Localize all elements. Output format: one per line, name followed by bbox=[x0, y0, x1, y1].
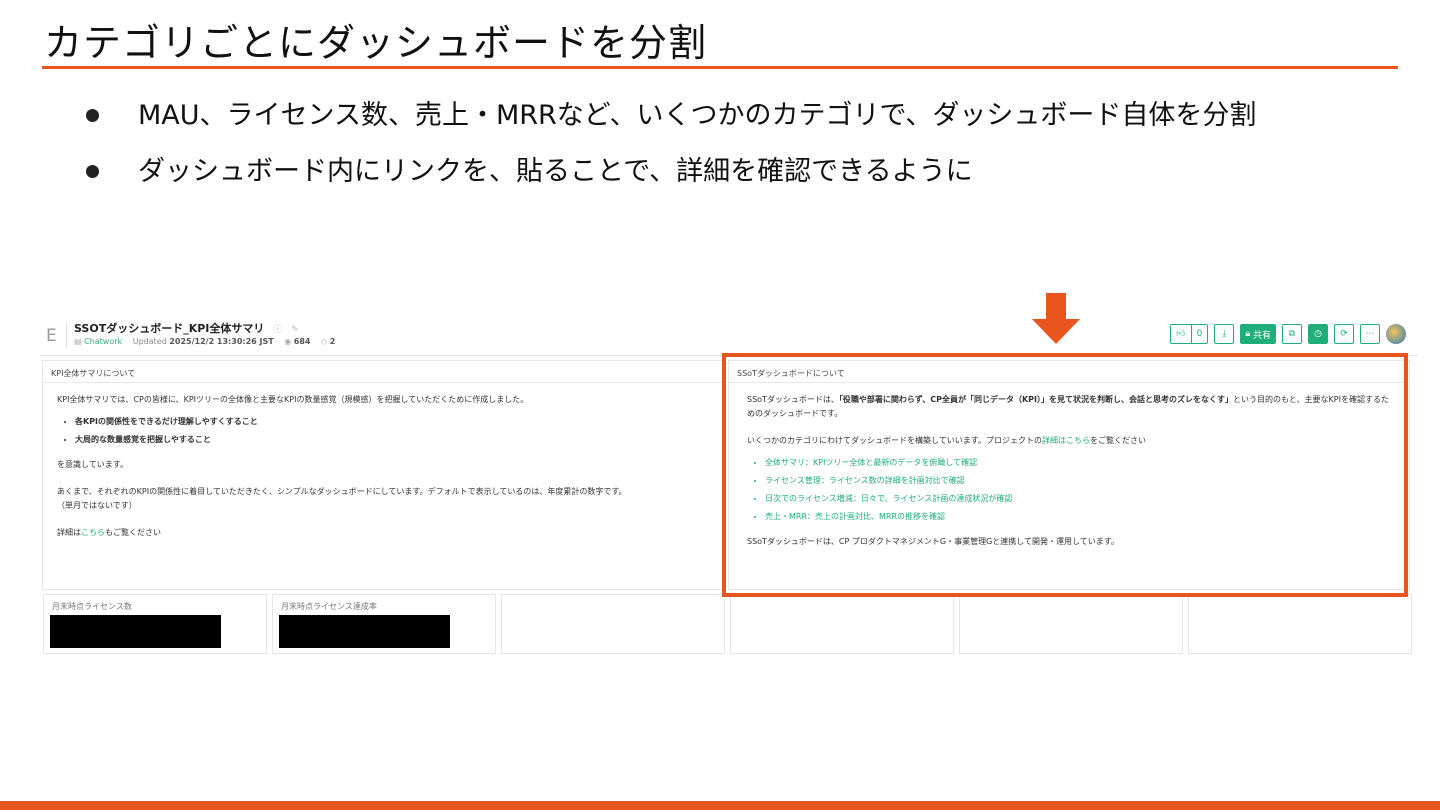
redacted-value bbox=[279, 615, 450, 648]
sliders-icon: ⧉ bbox=[1288, 329, 1296, 339]
edit-icon[interactable]: ✎ bbox=[291, 325, 299, 335]
bullet-item: ダッシュボード内にリンクを、貼ることで、詳細を確認できるように bbox=[86, 144, 1256, 200]
owner-link[interactable]: Chatwork bbox=[84, 337, 122, 346]
bullet-list: MAU、ライセンス数、売上・MRRなど、いくつかのカテゴリで、ダッシュボード自体… bbox=[86, 88, 1256, 200]
kpi-summary-panel: KPI全体サマリについて KPI全体サマリでは、CPの皆様に、KPIツリーの全体… bbox=[42, 360, 724, 590]
download-button[interactable]: ⤓ bbox=[1214, 324, 1235, 344]
download-icon: ⤓ bbox=[1222, 329, 1227, 339]
slide-title: カテゴリごとにダッシュボードを分割 bbox=[44, 21, 708, 65]
header-divider bbox=[66, 322, 67, 348]
metric-tile-license-rate: 月末時点ライセンス達成率 bbox=[272, 594, 496, 654]
metric-label: 月末時点ライセンス数 bbox=[52, 602, 132, 611]
bullet-dot-icon bbox=[86, 109, 99, 122]
bottom-accent-bar bbox=[0, 801, 1440, 810]
panel-title: KPI全体サマリについて bbox=[43, 361, 723, 383]
tag-count: 2 bbox=[329, 337, 336, 346]
redacted-value bbox=[50, 615, 221, 648]
list-item: 各KPIの関係性をできるだけ理解しやすくすること bbox=[75, 415, 709, 429]
more-icon: ⋯ bbox=[1365, 329, 1375, 339]
eye-icon: ◉ bbox=[284, 337, 292, 346]
clock-icon: ◷ bbox=[1314, 329, 1322, 339]
tag-icon: ◇ bbox=[321, 337, 328, 346]
like-count: 0 bbox=[1190, 325, 1208, 343]
dashboard-header: E SSOTダッシュボード_KPI全体サマリ ⓘ ✎ ▤ Chatwork Up… bbox=[40, 312, 1418, 356]
bullet-item: MAU、ライセンス数、売上・MRRなど、いくつかのカテゴリで、ダッシュボード自体… bbox=[86, 88, 1256, 144]
view-count: 684 bbox=[293, 337, 311, 346]
dashboard-logo: E bbox=[46, 326, 57, 346]
dashboard-toolbar: 👍︎ 0 ⤓ 🔒︎ 共有 ⧉ ◷ ⟳ ⋯ bbox=[1170, 324, 1406, 344]
info-icon[interactable]: ⓘ bbox=[273, 325, 282, 335]
dashboard-meta: ▤ Chatwork Updated 2025/12/2 13:30:26 JS… bbox=[74, 337, 335, 346]
more-button[interactable]: ⋯ bbox=[1360, 324, 1380, 344]
down-arrow-icon bbox=[1032, 293, 1080, 344]
updated-value: 2025/12/2 13:30:26 JST bbox=[169, 337, 274, 346]
metric-tile bbox=[501, 594, 725, 654]
metric-tile-license-count: 月末時点ライセンス数 bbox=[43, 594, 267, 654]
detail-link[interactable]: こちら bbox=[81, 528, 105, 537]
panel-body: KPI全体サマリでは、CPの皆様に、KPIツリーの全体像と主要なKPIの数量感覚… bbox=[43, 383, 723, 563]
dashboard-name: SSOTダッシュボード_KPI全体サマリ ⓘ ✎ bbox=[74, 322, 299, 335]
updated-label: Updated bbox=[132, 337, 167, 346]
metric-tile bbox=[959, 594, 1183, 654]
lock-icon: 🔒︎ bbox=[1245, 329, 1251, 339]
refresh-icon: ⟳ bbox=[1340, 329, 1348, 339]
like-button[interactable]: 👍︎ 0 bbox=[1170, 324, 1209, 344]
share-button[interactable]: 🔒︎ 共有 bbox=[1240, 324, 1276, 344]
folder-icon: ▤ bbox=[74, 337, 82, 346]
metric-tile bbox=[730, 594, 954, 654]
avatar[interactable] bbox=[1386, 324, 1406, 344]
schedule-button[interactable]: ◷ bbox=[1308, 324, 1328, 344]
refresh-button[interactable]: ⟳ bbox=[1334, 324, 1354, 344]
metric-label: 月末時点ライセンス達成率 bbox=[281, 602, 377, 611]
bullet-dot-icon bbox=[86, 165, 99, 178]
thumbs-up-icon: 👍︎ bbox=[1176, 329, 1186, 339]
list-item: 大局的な数量感覚を把握しやすること bbox=[75, 433, 709, 447]
highlight-box bbox=[722, 353, 1408, 597]
filter-button[interactable]: ⧉ bbox=[1282, 324, 1302, 344]
title-underline bbox=[42, 66, 1398, 69]
metric-tile bbox=[1188, 594, 1412, 654]
